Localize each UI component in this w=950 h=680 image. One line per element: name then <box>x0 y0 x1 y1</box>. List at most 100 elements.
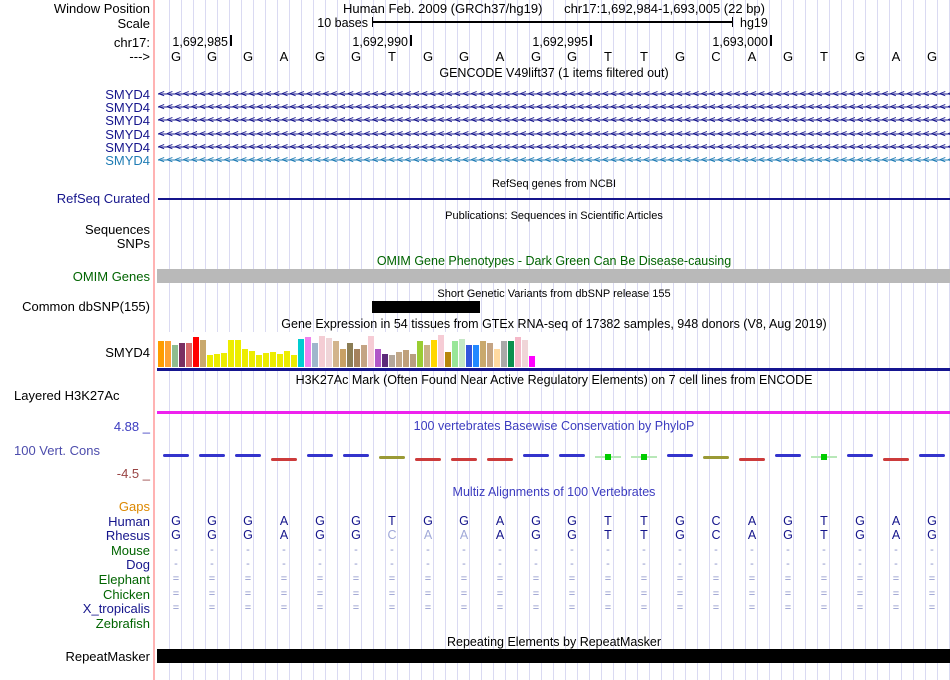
gtex-tissue-bar[interactable] <box>438 335 444 367</box>
gtex-tissue-bar[interactable] <box>249 351 255 367</box>
gtex-tissue-bar[interactable] <box>445 352 451 367</box>
gtex-tissue-bar[interactable] <box>179 343 185 367</box>
base-letter: T <box>820 49 828 64</box>
species-label-mouse[interactable]: Mouse <box>111 544 150 557</box>
gtex-tissue-bar[interactable] <box>200 340 206 367</box>
gtex-tissue-bar[interactable] <box>487 343 493 367</box>
species-label-zebrafish[interactable]: Zebrafish <box>96 617 150 630</box>
gtex-tissue-bar[interactable] <box>501 341 507 367</box>
h3k27ac-signal-line[interactable] <box>157 411 950 414</box>
alignment-gap-glyph: = <box>820 588 828 600</box>
gene-transcript-row[interactable]: <<<<<<<<<<<<<<<<<<<<<<<<<<<<<<<<<<<<<<<<… <box>158 154 950 167</box>
alignment-base: G <box>567 514 577 528</box>
publications-snps-label[interactable]: SNPs <box>117 237 150 250</box>
gtex-tissue-bar[interactable] <box>284 351 290 367</box>
gtex-tissue-bar[interactable] <box>228 340 234 367</box>
gtex-tissue-bar[interactable] <box>347 343 353 367</box>
omim-genes-label[interactable]: OMIM Genes <box>73 270 150 283</box>
gtex-tissue-bar[interactable] <box>277 354 283 367</box>
gtex-tissue-bar[interactable] <box>158 341 164 367</box>
gtex-tissue-bar[interactable] <box>410 354 416 367</box>
gene-label-smyd4[interactable]: SMYD4 <box>105 114 150 127</box>
species-label-x_tropicalis[interactable]: X_tropicalis <box>83 602 150 615</box>
gtex-tissue-bar[interactable] <box>459 339 465 367</box>
omim-track-title[interactable]: OMIM Gene Phenotypes - Dark Green Can Be… <box>158 255 950 268</box>
gtex-tissue-bar[interactable] <box>319 336 325 367</box>
layered-h3k27ac-label[interactable]: Layered H3K27Ac <box>14 389 120 402</box>
refseq-gene-line[interactable] <box>158 198 950 200</box>
species-label-dog[interactable]: Dog <box>126 558 150 571</box>
gene-transcript-row[interactable]: <<<<<<<<<<<<<<<<<<<<<<<<<<<<<<<<<<<<<<<<… <box>158 141 950 154</box>
gtex-tissue-bar[interactable] <box>480 341 486 367</box>
gtex-tissue-bar[interactable] <box>326 338 332 367</box>
gtex-tissue-bar[interactable] <box>473 345 479 367</box>
gtex-tissue-bar[interactable] <box>508 341 514 367</box>
gene-transcript-row[interactable]: <<<<<<<<<<<<<<<<<<<<<<<<<<<<<<<<<<<<<<<<… <box>158 114 950 127</box>
repeatmasker-element-bar[interactable] <box>157 649 950 663</box>
gtex-tissue-bar[interactable] <box>424 345 430 367</box>
refseq-curated-label[interactable]: RefSeq Curated <box>57 192 150 205</box>
gtex-tissue-bar[interactable] <box>312 343 318 367</box>
gtex-track-title[interactable]: Gene Expression in 54 tissues from GTEx … <box>158 318 950 331</box>
dbsnp-track-title[interactable]: Short Genetic Variants from dbSNP releas… <box>158 288 950 301</box>
gtex-tissue-bar[interactable] <box>354 349 360 367</box>
gtex-tissue-bar[interactable] <box>165 341 171 367</box>
gtex-tissue-bar[interactable] <box>291 355 297 367</box>
gtex-tissue-bar[interactable] <box>417 341 423 367</box>
species-label-gaps[interactable]: Gaps <box>119 500 150 513</box>
species-label-chicken[interactable]: Chicken <box>103 588 150 601</box>
gtex-tissue-bar[interactable] <box>193 337 199 367</box>
alignment-gap-glyph: = <box>784 588 792 600</box>
gtex-tissue-bar[interactable] <box>522 340 528 367</box>
common-dbsnp-label[interactable]: Common dbSNP(155) <box>22 300 150 313</box>
repeatmasker-label[interactable]: RepeatMasker <box>65 650 150 663</box>
gene-transcript-row[interactable]: <<<<<<<<<<<<<<<<<<<<<<<<<<<<<<<<<<<<<<<<… <box>158 128 950 141</box>
gtex-tissue-bar[interactable] <box>396 352 402 367</box>
gene-transcript-row[interactable]: <<<<<<<<<<<<<<<<<<<<<<<<<<<<<<<<<<<<<<<<… <box>158 101 950 114</box>
species-label-elephant[interactable]: Elephant <box>99 573 150 586</box>
gtex-tissue-bar[interactable] <box>172 345 178 367</box>
gtex-tissue-bar[interactable] <box>263 353 269 367</box>
gtex-tissue-bar[interactable] <box>305 337 311 367</box>
gtex-tissue-bar[interactable] <box>333 341 339 367</box>
h3k27ac-track-title[interactable]: H3K27Ac Mark (Often Found Near Active Re… <box>158 374 950 387</box>
gtex-tissue-bar[interactable] <box>298 339 304 367</box>
vert-cons-label[interactable]: 100 Vert. Cons <box>14 444 100 457</box>
gene-label-smyd4[interactable]: SMYD4 <box>105 154 150 167</box>
publications-sequences-label[interactable]: Sequences <box>85 223 150 236</box>
gene-transcript-row[interactable]: <<<<<<<<<<<<<<<<<<<<<<<<<<<<<<<<<<<<<<<<… <box>158 88 950 101</box>
dbsnp-variant-bar[interactable] <box>372 301 480 313</box>
gtex-gene-label[interactable]: SMYD4 <box>105 346 150 359</box>
phylop-track-title[interactable]: 100 vertebrates Basewise Conservation by… <box>158 420 950 433</box>
alignment-gap-glyph: = <box>172 588 180 600</box>
omim-gene-bar[interactable] <box>157 269 950 283</box>
gtex-tissue-bar[interactable] <box>389 355 395 367</box>
publications-track-title[interactable]: Publications: Sequences in Scientific Ar… <box>158 210 950 223</box>
gtex-tissue-bar[interactable] <box>221 353 227 367</box>
gencode-track-title[interactable]: GENCODE V49lift37 (1 items filtered out) <box>158 67 950 80</box>
species-label-human[interactable]: Human <box>108 515 150 528</box>
gtex-tissue-bar[interactable] <box>186 343 192 367</box>
gtex-tissue-bar[interactable] <box>270 352 276 367</box>
gtex-tissue-bar[interactable] <box>375 349 381 367</box>
gtex-tissue-bar[interactable] <box>515 337 521 367</box>
gtex-tissue-bar[interactable] <box>382 354 388 367</box>
gtex-tissue-bar[interactable] <box>214 354 220 367</box>
gtex-tissue-bar[interactable] <box>452 341 458 367</box>
gtex-tissue-bar[interactable] <box>466 345 472 367</box>
refseq-track-title[interactable]: RefSeq genes from NCBI <box>158 178 950 191</box>
gtex-tissue-bar[interactable] <box>256 355 262 367</box>
gtex-tissue-bar[interactable] <box>242 349 248 367</box>
gtex-tissue-bar[interactable] <box>529 356 535 367</box>
gtex-tissue-bar[interactable] <box>361 345 367 367</box>
repeatmasker-track-title[interactable]: Repeating Elements by RepeatMasker <box>158 636 950 649</box>
gtex-tissue-bar[interactable] <box>403 350 409 367</box>
multiz-track-title[interactable]: Multiz Alignments of 100 Vertebrates <box>158 486 950 499</box>
gtex-tissue-bar[interactable] <box>235 340 241 367</box>
gtex-tissue-bar[interactable] <box>207 355 213 367</box>
gtex-tissue-bar[interactable] <box>340 349 346 367</box>
gtex-tissue-bar[interactable] <box>494 349 500 367</box>
gtex-tissue-bar[interactable] <box>431 340 437 367</box>
gtex-tissue-bar[interactable] <box>368 336 374 367</box>
species-label-rhesus[interactable]: Rhesus <box>106 529 150 542</box>
